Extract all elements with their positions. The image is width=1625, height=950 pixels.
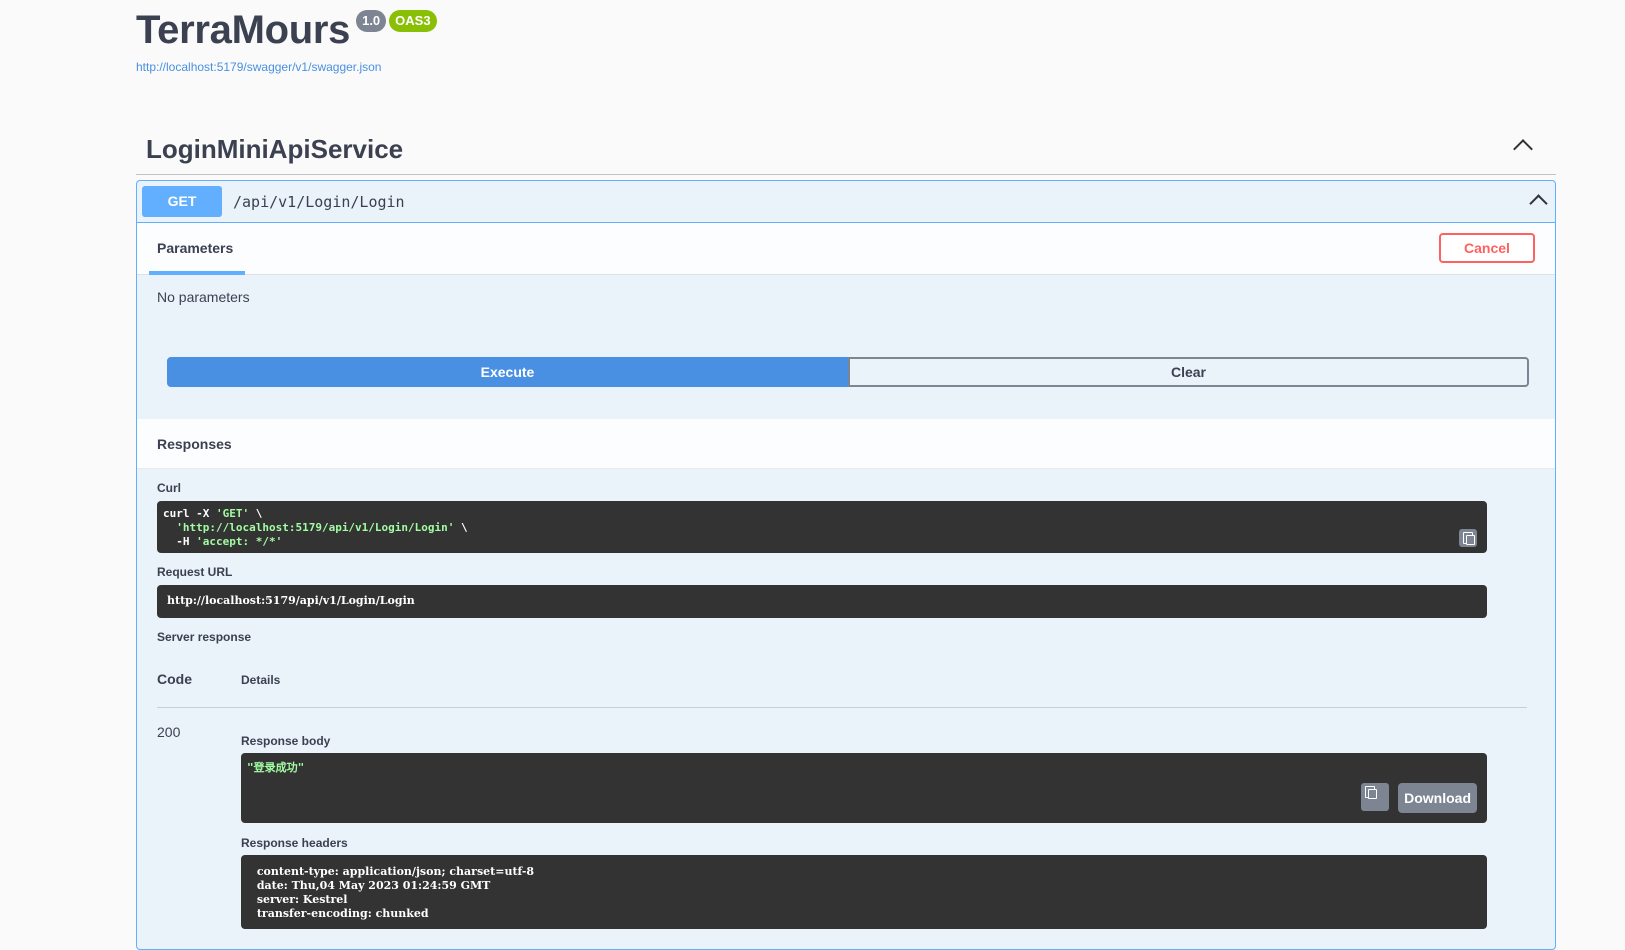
curl-code-block[interactable]: curl -X 'GET' \ 'http://localhost:5179/a… [157, 501, 1487, 553]
parameters-header: Parameters Cancel [137, 223, 1555, 275]
request-url-label: Request URL [157, 565, 233, 579]
http-method-badge: GET [142, 186, 222, 217]
spec-url-link[interactable]: http://localhost:5179/swagger/v1/swagger… [136, 60, 437, 74]
tag-section-header[interactable]: LoginMiniApiService [136, 128, 1556, 175]
api-title: TerraMours [136, 8, 351, 52]
operation-path: /api/v1/Login/Login [233, 193, 405, 211]
copy-icon[interactable] [1361, 783, 1389, 811]
response-body-label: Response body [241, 734, 331, 748]
request-url-block: http://localhost:5179/api/v1/Login/Login [157, 585, 1487, 618]
execute-button[interactable]: Execute [167, 357, 848, 387]
responses-table-header: Code Details [157, 669, 1527, 708]
tab-parameters[interactable]: Parameters [157, 240, 233, 256]
column-code: Code [157, 671, 192, 687]
response-body-block[interactable]: "登录成功" Download [241, 753, 1487, 823]
response-headers-code: content-type: application/json; charset=… [253, 865, 538, 920]
execute-wrapper: Execute Clear [167, 357, 1529, 387]
curl-code: curl -X 'GET' \ 'http://localhost:5179/a… [163, 507, 468, 548]
api-info: TerraMours 1.0 OAS3 http://localhost:517… [136, 6, 437, 74]
active-tab-indicator [149, 271, 245, 275]
responses-header: Responses [137, 419, 1555, 469]
response-status-code: 200 [157, 724, 181, 740]
version-badge: 1.0 [356, 10, 387, 32]
chevron-up-icon[interactable] [1513, 139, 1533, 159]
operation-summary[interactable]: GET /api/v1/Login/Login [137, 181, 1555, 223]
server-response-label: Server response [157, 630, 252, 644]
response-headers-block: content-type: application/json; charset=… [241, 855, 1487, 929]
download-button[interactable]: Download [1398, 783, 1477, 813]
response-body-text: "登录成功" [247, 761, 305, 774]
curl-label: Curl [157, 481, 181, 495]
no-parameters-text: No parameters [157, 289, 250, 305]
oas-badge: OAS3 [389, 10, 437, 32]
operation-block: GET /api/v1/Login/Login Parameters Cance… [136, 180, 1556, 950]
chevron-up-icon[interactable] [1529, 194, 1548, 213]
responses-title: Responses [157, 436, 232, 452]
request-url-value: http://localhost:5179/api/v1/Login/Login [167, 594, 415, 607]
clear-button[interactable]: Clear [848, 357, 1529, 387]
response-headers-label: Response headers [241, 836, 348, 850]
column-details: Details [241, 673, 281, 687]
copy-icon[interactable] [1459, 529, 1477, 547]
tag-title: LoginMiniApiService [146, 134, 404, 164]
cancel-button[interactable]: Cancel [1439, 233, 1535, 263]
